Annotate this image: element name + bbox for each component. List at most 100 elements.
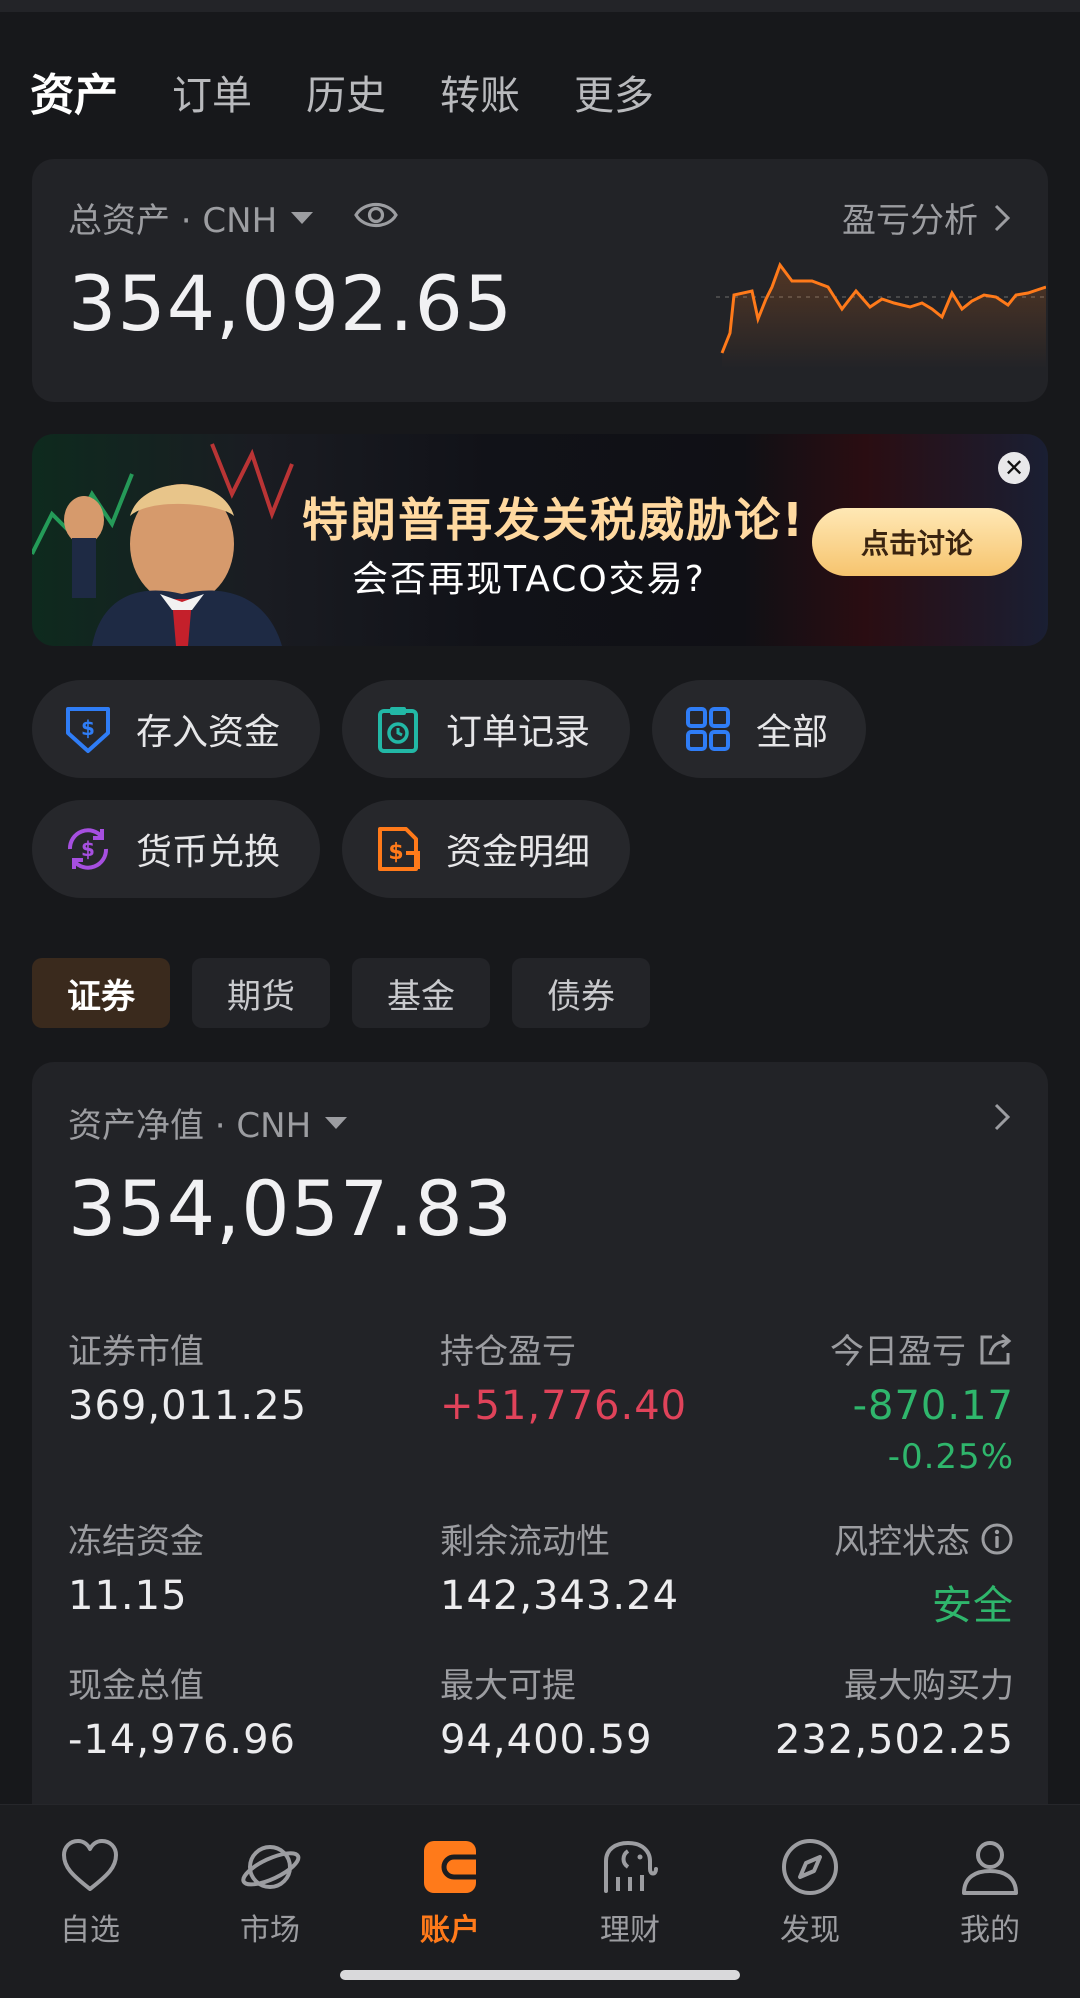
fund-detail-label: 资金明细 [446,832,591,873]
stat-label: 最大可提 [440,1666,576,1706]
stat-securities-value: 证券市值 369,011.25 [68,1324,307,1429]
stat-value: 11.15 [68,1573,188,1619]
order-record-icon [378,707,418,753]
eye-icon[interactable] [354,197,398,233]
svg-text:$: $ [81,837,95,861]
chevron-right-icon[interactable] [992,1102,1012,1132]
grid-icon [686,707,730,751]
all-actions-button[interactable]: 全部 [652,680,866,778]
stat-label: 风控状态 [834,1522,970,1562]
banner-portrait-image [32,443,294,646]
user-icon [962,1841,1018,1895]
stat-label: 现金总值 [68,1666,204,1706]
tab-more[interactable]: 更多 [574,68,654,124]
currency-exchange-button[interactable]: $ 货币兑换 [32,800,320,898]
nav-label: 我的 [960,1913,1020,1948]
heart-icon [62,1839,118,1891]
info-icon[interactable] [980,1522,1014,1556]
svg-text:$: $ [388,840,403,865]
compass-icon [782,1839,838,1895]
stat-value: 94,400.59 [440,1717,653,1763]
status-bar [0,0,1080,12]
segment-securities[interactable]: 证券 [32,958,170,1028]
fund-detail-icon: $ [378,827,420,871]
bottom-navigation: 自选 市场 账户 理财 发现 我的 [0,1804,1080,1998]
fund-detail-button[interactable]: $ 资金明细 [342,800,630,898]
stat-percent: -0.25% [887,1437,1014,1477]
all-actions-label: 全部 [756,712,829,753]
deposit-icon: $ [66,707,110,753]
stat-label: 持仓盈亏 [440,1332,576,1372]
stat-value: -870.17 [852,1383,1014,1429]
nav-label: 账户 [420,1913,480,1948]
nav-wealth[interactable]: 理财 [570,1835,690,1949]
stat-value: 232,502.25 [774,1717,1014,1763]
chevron-right-icon [994,204,1011,231]
tab-transfer[interactable]: 转账 [440,68,520,124]
total-assets-card: 总资产 · CNH 盈亏分析 354,092.65 [32,159,1048,402]
home-indicator[interactable] [340,1970,740,1980]
stat-today-pl: 今日盈亏 -870.17 -0.25% [830,1324,1014,1477]
pl-analysis-label: 盈亏分析 [842,201,978,241]
order-record-button[interactable]: 订单记录 [342,680,630,778]
stat-total-cash: 现金总值 -14,976.96 [68,1658,296,1763]
stat-value: 142,343.24 [440,1573,680,1619]
caret-down-icon [325,1116,348,1129]
svg-text:$: $ [81,716,95,740]
nav-label: 市场 [240,1913,300,1948]
stat-label: 证券市值 [68,1332,204,1372]
stat-label: 今日盈亏 [830,1332,966,1372]
banner-title: 特朗普再发关税威胁论! [302,493,805,547]
order-record-label: 订单记录 [446,712,591,753]
stat-label: 剩余流动性 [440,1522,610,1562]
net-assets-card[interactable]: 资产净值 · CNH 354,057.83 证券市值 369,011.25 持仓… [32,1062,1048,1822]
stat-max-withdraw: 最大可提 94,400.59 [440,1658,653,1763]
nav-watchlist[interactable]: 自选 [30,1835,150,1949]
stat-value: -14,976.96 [68,1717,297,1763]
stat-position-pl: 持仓盈亏 +51,776.40 [440,1324,687,1429]
stat-frozen-funds: 冻结资金 11.15 [68,1514,204,1619]
stat-remaining-liquidity: 剩余流动性 142,343.24 [440,1514,679,1619]
nav-label: 发现 [780,1913,840,1948]
total-assets-label: 总资产 · CNH [68,201,278,241]
stat-max-buying-power: 最大购买力 232,502.25 [775,1658,1014,1763]
tab-assets[interactable]: 资产 [30,68,118,124]
promo-banner[interactable]: 特朗普再发关税威胁论! 会否再现TACO交易? 点击讨论 ✕ [32,434,1048,646]
nav-market[interactable]: 市场 [210,1835,330,1949]
banner-discuss-button[interactable]: 点击讨论 [812,508,1022,576]
nav-discover[interactable]: 发现 [750,1835,870,1949]
nav-label: 理财 [600,1913,660,1948]
deposit-button[interactable]: $ 存入资金 [32,680,320,778]
close-icon[interactable]: ✕ [998,452,1030,484]
tab-orders[interactable]: 订单 [172,68,252,124]
net-assets-currency-selector[interactable]: 资产净值 · CNH [68,1098,348,1147]
segment-funds[interactable]: 基金 [352,958,490,1028]
net-assets-value: 354,057.83 [68,1164,514,1253]
nav-label: 自选 [60,1913,120,1948]
stat-label: 最大购买力 [844,1666,1014,1706]
currency-exchange-label: 货币兑换 [136,832,281,873]
banner-subtitle: 会否再现TACO交易? [352,559,706,600]
assets-sparkline[interactable] [716,259,1046,369]
stat-value: 369,011.25 [68,1383,308,1429]
total-assets-value: 354,092.65 [68,259,514,348]
caret-down-icon [291,211,314,224]
tab-history[interactable]: 历史 [306,68,386,124]
planet-icon [241,1845,301,1889]
share-icon[interactable] [976,1331,1014,1367]
top-tab-bar: 资产 订单 历史 转账 更多 [30,68,654,124]
currency-exchange-icon: $ [67,828,109,870]
deposit-label: 存入资金 [136,712,281,753]
elephant-icon [604,1840,658,1893]
segment-bonds[interactable]: 债券 [512,958,650,1028]
segment-futures[interactable]: 期货 [192,958,330,1028]
pl-analysis-link[interactable]: 盈亏分析 [842,193,1012,242]
nav-me[interactable]: 我的 [930,1835,1050,1949]
nav-account[interactable]: 账户 [390,1835,510,1949]
net-assets-label: 资产净值 · CNH [68,1106,312,1146]
total-assets-currency-selector[interactable]: 总资产 · CNH [68,193,314,242]
wallet-icon [424,1841,476,1893]
stat-value: +51,776.40 [440,1383,688,1429]
stat-label: 冻结资金 [68,1522,204,1562]
stat-value: 安全 [932,1583,1014,1629]
